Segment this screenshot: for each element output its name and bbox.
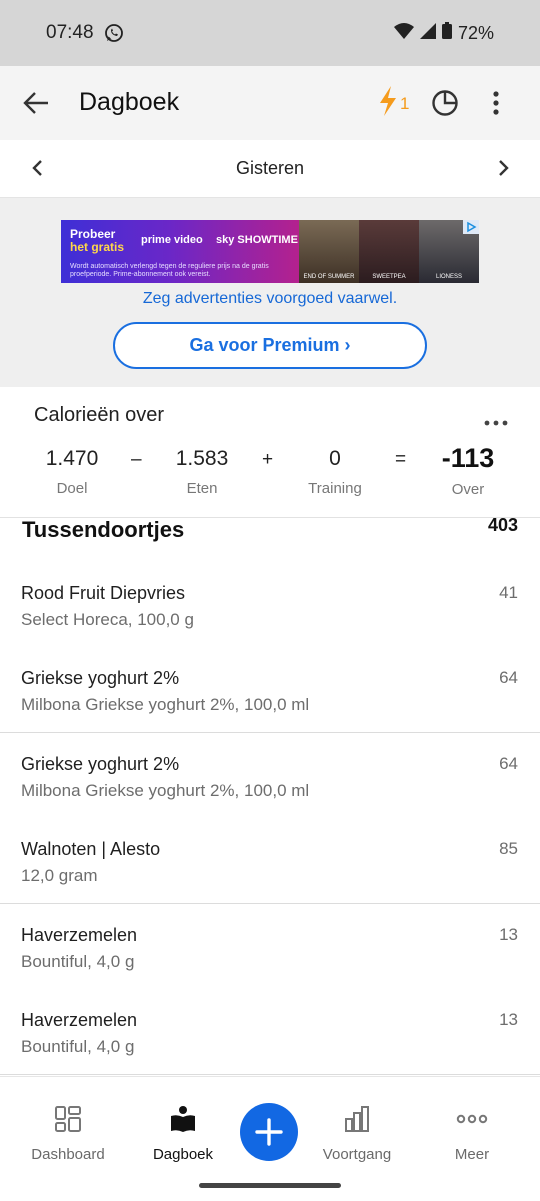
calories-title: Calorieën over [34,404,165,426]
ad-area: Probeer het gratis prime video sky SHOWT… [0,198,540,387]
goal-column: 1.470 Doel [22,447,122,497]
date-navigator: Gisteren [0,140,540,198]
minus-operator: – [131,449,142,470]
status-bar: 07:48 72% [0,0,540,66]
add-entry-button[interactable] [240,1103,298,1161]
premium-button[interactable]: Ga voor Premium › [113,322,427,369]
food-name: Haverzemelen [21,925,138,945]
nav-progress-label: Voortgang [322,1146,392,1163]
dashboard-icon [54,1106,82,1137]
prime-video-logo: prime video [141,234,203,246]
overflow-menu-icon[interactable] [492,90,500,121]
food-entry[interactable]: Walnoten | Alesto 12,0 gram 85 [0,818,540,904]
more-dots-icon [456,1114,488,1137]
goal-label: Doel [56,480,88,497]
food-name: Haverzemelen [21,1010,138,1030]
food-entry[interactable]: Haverzemelen Bountiful, 4,0 g 13 [0,989,540,1075]
page-title: Dagboek [79,88,180,116]
ad-poster-title: LIONESS [435,274,462,280]
sky-showtime-logo: sky SHOWTIME [216,234,298,246]
remaining-label: Over [451,481,485,498]
meal-section-total: 403 [487,515,518,535]
bar-chart-icon [343,1106,371,1137]
ad-fine-print: Wordt automatisch verlengd tegen de regu… [70,263,269,278]
exercise-label: Training [308,480,362,497]
ad-poster: END OF SUMMER [299,220,359,283]
bottom-navigation: Dashboard Dagboek Voortgang Meer [0,1076,540,1201]
food-description: 12,0 gram [21,866,98,885]
nav-more[interactable]: Meer [422,1105,522,1163]
plus-icon [240,1118,298,1165]
nav-progress[interactable]: Voortgang [307,1105,407,1163]
food-entry[interactable]: Rood Fruit Diepvries Select Horeca, 100,… [0,562,540,648]
streak-count: 1 [400,93,410,113]
ad-poster-title: SWEETPEA [372,274,406,280]
adchoices-icon[interactable] [463,220,479,234]
ad-poster: SWEETPEA [359,220,419,283]
battery-icon [441,22,452,44]
food-entry[interactable]: Haverzemelen Bountiful, 4,0 g 13 [0,904,540,990]
food-name: Walnoten | Alesto [21,839,161,859]
food-description: Bountiful, 4,0 g [21,1037,135,1056]
nav-more-label: Meer [454,1146,490,1163]
food-name: Griekse yoghurt 2% [21,668,180,688]
food-calories: 64 [499,668,518,687]
nav-diary-label: Dagboek [152,1146,214,1163]
status-time: 07:48 [46,22,94,43]
food-calories: 41 [499,583,518,602]
meal-section-header: Tussendoortjes 403 [0,515,540,563]
signal-icon [419,22,436,44]
ad-poster-title: END OF SUMMER [303,274,355,280]
current-date-label[interactable]: Gisteren [0,158,540,179]
food-calories: 13 [499,925,518,944]
food-column: 1.583 Eten [152,447,252,497]
ad-headline-line2: het gratis [70,240,125,254]
nav-dashboard-label: Dashboard [31,1146,105,1163]
food-description: Bountiful, 4,0 g [21,952,135,971]
goal-value: 1.470 [45,447,99,470]
back-arrow-icon[interactable] [22,90,50,121]
remaining-value: -113 [441,443,495,473]
food-name: Rood Fruit Diepvries [21,583,186,603]
chevron-right-icon[interactable] [497,159,511,182]
lightning-icon [378,86,398,121]
meal-section-title: Tussendoortjes [22,517,185,542]
food-calories: 13 [499,1010,518,1029]
calories-summary: Calorieën over 1.470 Doel – 1.583 Eten +… [0,387,540,517]
diary-book-icon [169,1106,197,1137]
remaining-column: -113 Over [423,443,513,498]
home-indicator[interactable] [199,1183,341,1188]
plus-operator: + [262,449,274,470]
food-calories: 64 [499,754,518,773]
food-description: Milbona Griekse yoghurt 2%, 100,0 ml [21,781,310,800]
nav-diary[interactable]: Dagboek [133,1105,233,1163]
ad-banner-promo: Probeer het gratis prime video sky SHOWT… [61,220,299,283]
ad-banner[interactable]: Probeer het gratis prime video sky SHOWT… [61,220,479,283]
food-entry[interactable]: Griekse yoghurt 2% Milbona Griekse yoghu… [0,647,540,733]
food-description: Milbona Griekse yoghurt 2%, 100,0 ml [21,695,310,714]
food-label: Eten [186,480,218,497]
more-horizontal-icon[interactable] [484,413,508,431]
food-description: Select Horeca, 100,0 g [21,610,194,629]
wifi-icon [393,22,414,44]
pie-chart-icon[interactable] [431,89,459,122]
exercise-column: 0 Training [290,447,380,497]
food-calories: 85 [499,839,518,858]
battery-percent: 72% [457,22,494,43]
ad-headline: Probeer het gratis [70,228,124,254]
equals-operator: = [395,449,407,470]
app-bar: Dagboek 1 [0,66,540,140]
exercise-value: 0 [329,447,341,470]
whatsapp-icon [104,23,124,48]
food-name: Griekse yoghurt 2% [21,754,180,774]
food-value: 1.583 [175,447,229,470]
streak-button[interactable]: 1 [378,86,409,121]
food-entry[interactable]: Griekse yoghurt 2% Milbona Griekse yoghu… [0,733,540,819]
remove-ads-link[interactable]: Zeg advertenties voorgoed vaarwel. [0,290,540,308]
nav-dashboard[interactable]: Dashboard [18,1105,118,1163]
